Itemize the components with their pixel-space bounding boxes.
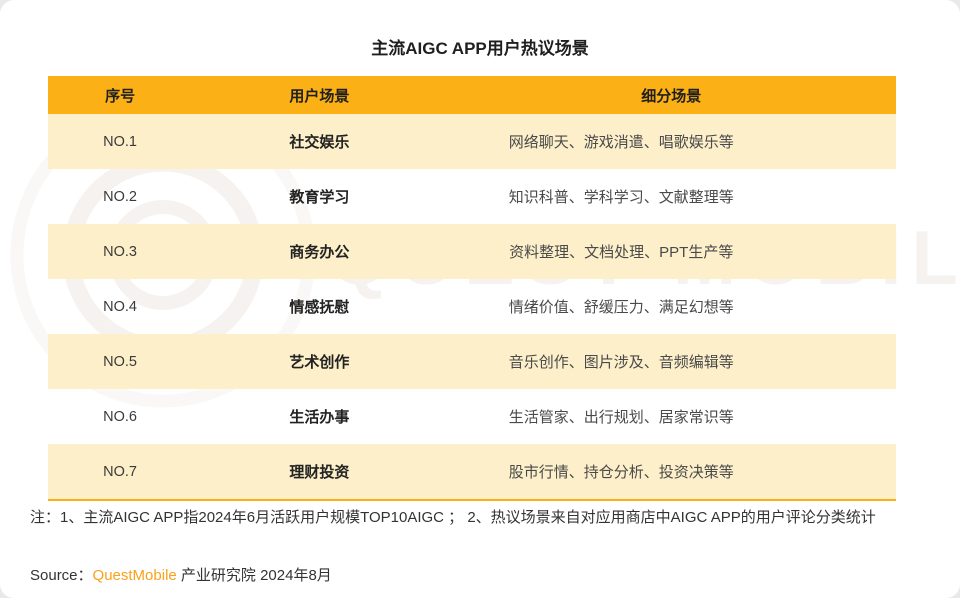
- header-cell-scene: 用户场景: [192, 85, 446, 106]
- row-index: NO.5: [48, 354, 192, 370]
- row-detail: 网络聊天、游戏消遣、唱歌娱乐等: [447, 131, 896, 152]
- row-scene: 艺术创作: [192, 351, 446, 372]
- table-row: NO.7 理财投资 股市行情、持仓分析、投资决策等: [48, 444, 896, 499]
- table-row: NO.5 艺术创作 音乐创作、图片涉及、音频编辑等: [48, 334, 896, 389]
- row-index: NO.6: [48, 409, 192, 425]
- row-scene: 教育学习: [192, 186, 446, 207]
- row-scene: 商务办公: [192, 241, 446, 262]
- row-scene: 社交娱乐: [192, 131, 446, 152]
- row-scene: 情感抚慰: [192, 296, 446, 317]
- table-bottom-rule: [48, 499, 896, 501]
- source-label: Source：: [30, 567, 93, 584]
- table-row: NO.4 情感抚慰 情绪价值、舒缓压力、满足幻想等: [48, 279, 896, 334]
- row-detail: 知识科普、学科学习、文献整理等: [447, 186, 896, 207]
- row-index: NO.3: [48, 244, 192, 260]
- row-detail: 生活管家、出行规划、居家常识等: [447, 406, 896, 427]
- row-detail: 音乐创作、图片涉及、音频编辑等: [447, 351, 896, 372]
- header-cell-detail: 细分场景: [447, 85, 896, 106]
- page-title: 主流AIGC APP用户热议场景: [0, 34, 960, 59]
- table-row: NO.3 商务办公 资料整理、文档处理、PPT生产等: [48, 224, 896, 279]
- source-suffix: 产业研究院 2024年8月: [177, 567, 332, 584]
- table-row: NO.2 教育学习 知识科普、学科学习、文献整理等: [48, 169, 896, 224]
- row-detail: 股市行情、持仓分析、投资决策等: [447, 461, 896, 482]
- header-cell-index: 序号: [48, 85, 192, 106]
- row-index: NO.2: [48, 189, 192, 205]
- footnote: 注：1、主流AIGC APP指2024年6月活跃用户规模TOP10AIGC ； …: [30, 507, 922, 529]
- table-row: NO.1 社交娱乐 网络聊天、游戏消遣、唱歌娱乐等: [48, 114, 896, 169]
- source-brand: QuestMobile: [93, 567, 177, 584]
- row-detail: 资料整理、文档处理、PPT生产等: [447, 241, 896, 262]
- report-slide: QUEST MOBILE 主流AIGC APP用户热议场景 序号 用户场景 细分…: [0, 0, 960, 598]
- row-index: NO.7: [48, 464, 192, 480]
- row-index: NO.4: [48, 299, 192, 315]
- row-scene: 理财投资: [192, 461, 446, 482]
- row-scene: 生活办事: [192, 406, 446, 427]
- table-row: NO.6 生活办事 生活管家、出行规划、居家常识等: [48, 389, 896, 444]
- row-detail: 情绪价值、舒缓压力、满足幻想等: [447, 296, 896, 317]
- source-line: Source：QuestMobile 产业研究院 2024年8月: [30, 564, 332, 585]
- row-index: NO.1: [48, 134, 192, 150]
- scenes-table: 序号 用户场景 细分场景 NO.1 社交娱乐 网络聊天、游戏消遣、唱歌娱乐等 N…: [48, 76, 896, 501]
- table-header-row: 序号 用户场景 细分场景: [48, 76, 896, 114]
